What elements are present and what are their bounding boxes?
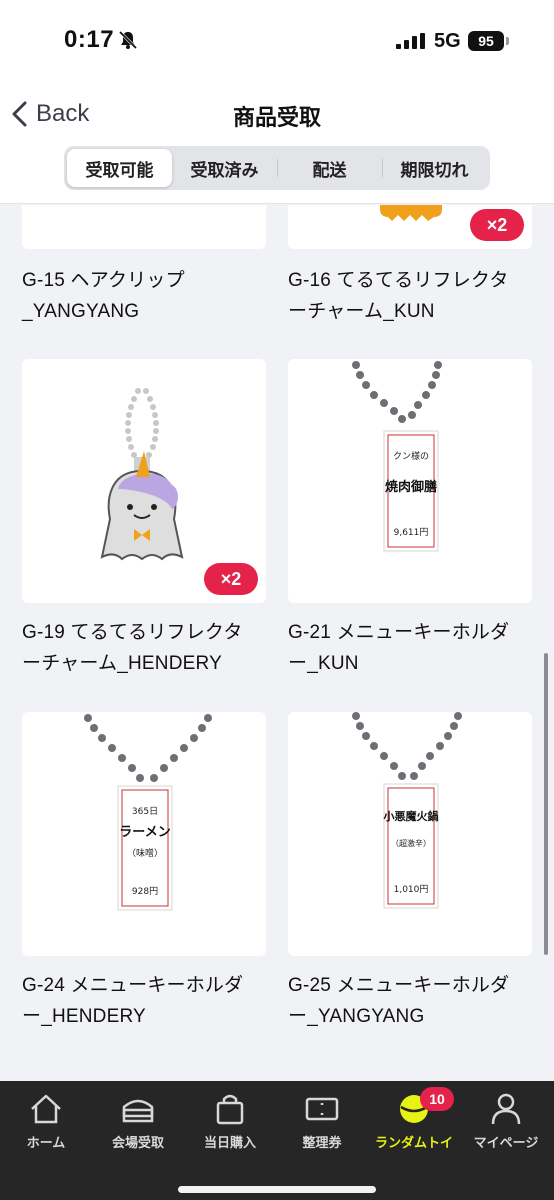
- product-card[interactable]: ×2: [22, 359, 266, 603]
- tab-my-page[interactable]: マイページ: [460, 1091, 552, 1151]
- tab-home[interactable]: ホーム: [0, 1091, 92, 1151]
- product-card[interactable]: 小悪魔火鍋 （超激辛） 1,010円: [288, 712, 532, 956]
- ticket-icon: [305, 1097, 339, 1121]
- tab-same-day-purchase[interactable]: 当日購入: [184, 1091, 276, 1151]
- home-indicator[interactable]: [178, 1186, 376, 1193]
- tab-label: 会場受取: [111, 1135, 164, 1150]
- shopping-bag-icon: [216, 1094, 244, 1125]
- quantity-badge: ×2: [204, 563, 258, 595]
- product-image: 小悪魔火鍋 （超激辛） 1,010円: [352, 712, 462, 909]
- notification-badge: 10: [420, 1087, 454, 1111]
- tab-label: 当日購入: [203, 1135, 256, 1150]
- product-caption: G-24 メニューキーホルダ ー_HENDERY: [22, 975, 244, 1027]
- tab-label: マイページ: [473, 1135, 539, 1150]
- tab-receivable[interactable]: 受取可能: [67, 149, 172, 187]
- product-caption: G-19 てるてるリフレクタ ーチャーム_HENDERY: [22, 622, 243, 674]
- product-caption: G-25 メニューキーホルダ ー_YANGYANG: [288, 975, 510, 1027]
- network-type: 5G: [434, 30, 461, 52]
- product-caption: G-21 メニューキーホルダ ー_KUN: [288, 622, 510, 674]
- tab-shipping[interactable]: 配送: [277, 149, 382, 187]
- segmented-control: 受取可能 受取済み 配送 期限切れ: [64, 146, 490, 190]
- tab-venue-pickup[interactable]: 会場受取: [92, 1091, 184, 1151]
- navigation-header: Back 商品受取: [0, 84, 554, 146]
- product-caption: G-16 てるてるリフレクタ ーチャーム_KUN: [288, 270, 509, 322]
- product-grid: G-15 ヘアクリップ _YANGYANG ×2 G-16 てるてるリフレクタ …: [0, 205, 554, 1081]
- menu-price-text: 9,611円: [394, 527, 429, 538]
- menu-main-text: ラーメン: [119, 825, 170, 840]
- person-icon: [491, 1093, 521, 1125]
- menu-top-text: クン様の: [393, 450, 429, 462]
- page-title: 商品受取: [232, 105, 321, 130]
- menu-price-text: 928円: [132, 886, 158, 897]
- tab-label: 整理券: [302, 1135, 342, 1150]
- product-card[interactable]: ×2: [288, 205, 532, 249]
- status-bar: 0:17 5G 95: [0, 0, 554, 84]
- battery-indicator: 95: [468, 31, 504, 51]
- menu-price-text: 1,010円: [394, 884, 429, 895]
- tab-received[interactable]: 受取済み: [172, 149, 277, 187]
- product-card[interactable]: クン様の 焼肉御膳 9,611円: [288, 359, 532, 603]
- menu-sub-text: （超激辛）: [391, 838, 431, 848]
- cell-signal-icon: [396, 33, 425, 49]
- product-card[interactable]: [22, 205, 266, 249]
- segment-bar: 受取可能 受取済み 配送 期限切れ: [0, 146, 554, 204]
- tab-random-toy[interactable]: 10 ランダムトイ: [368, 1087, 460, 1151]
- battery-tip: [506, 37, 509, 45]
- status-time: 0:17: [64, 26, 115, 53]
- tab-numbered-ticket[interactable]: 整理券: [276, 1091, 368, 1151]
- tab-label: ホーム: [26, 1135, 66, 1150]
- scrollbar[interactable]: [544, 653, 548, 955]
- product-image: クン様の 焼肉御膳 9,611円: [352, 361, 442, 552]
- bottom-tab-bar: ホーム 会場受取 当日購入 整理券 10 ランダムトイ マイページ: [0, 1081, 554, 1200]
- venue-icon: [122, 1099, 154, 1123]
- product-card[interactable]: 365日 ラーメン （味噌） 928円: [22, 712, 266, 956]
- tab-label: ランダムトイ: [374, 1135, 453, 1150]
- product-image: [22, 205, 266, 249]
- menu-main-text: 焼肉御膳: [385, 479, 437, 495]
- product-image: 365日 ラーメン （味噌） 928円: [84, 714, 212, 911]
- product-caption: G-15 ヘアクリップ _YANGYANG: [22, 270, 185, 322]
- home-icon: [31, 1094, 61, 1124]
- bell-muted-icon: [118, 30, 138, 50]
- menu-sub-text: （味噌）: [127, 847, 163, 859]
- menu-top-text: 365日: [132, 806, 158, 817]
- tab-expired[interactable]: 期限切れ: [382, 149, 487, 187]
- quantity-badge: ×2: [470, 209, 524, 241]
- menu-main-text: 小悪魔火鍋: [383, 809, 439, 823]
